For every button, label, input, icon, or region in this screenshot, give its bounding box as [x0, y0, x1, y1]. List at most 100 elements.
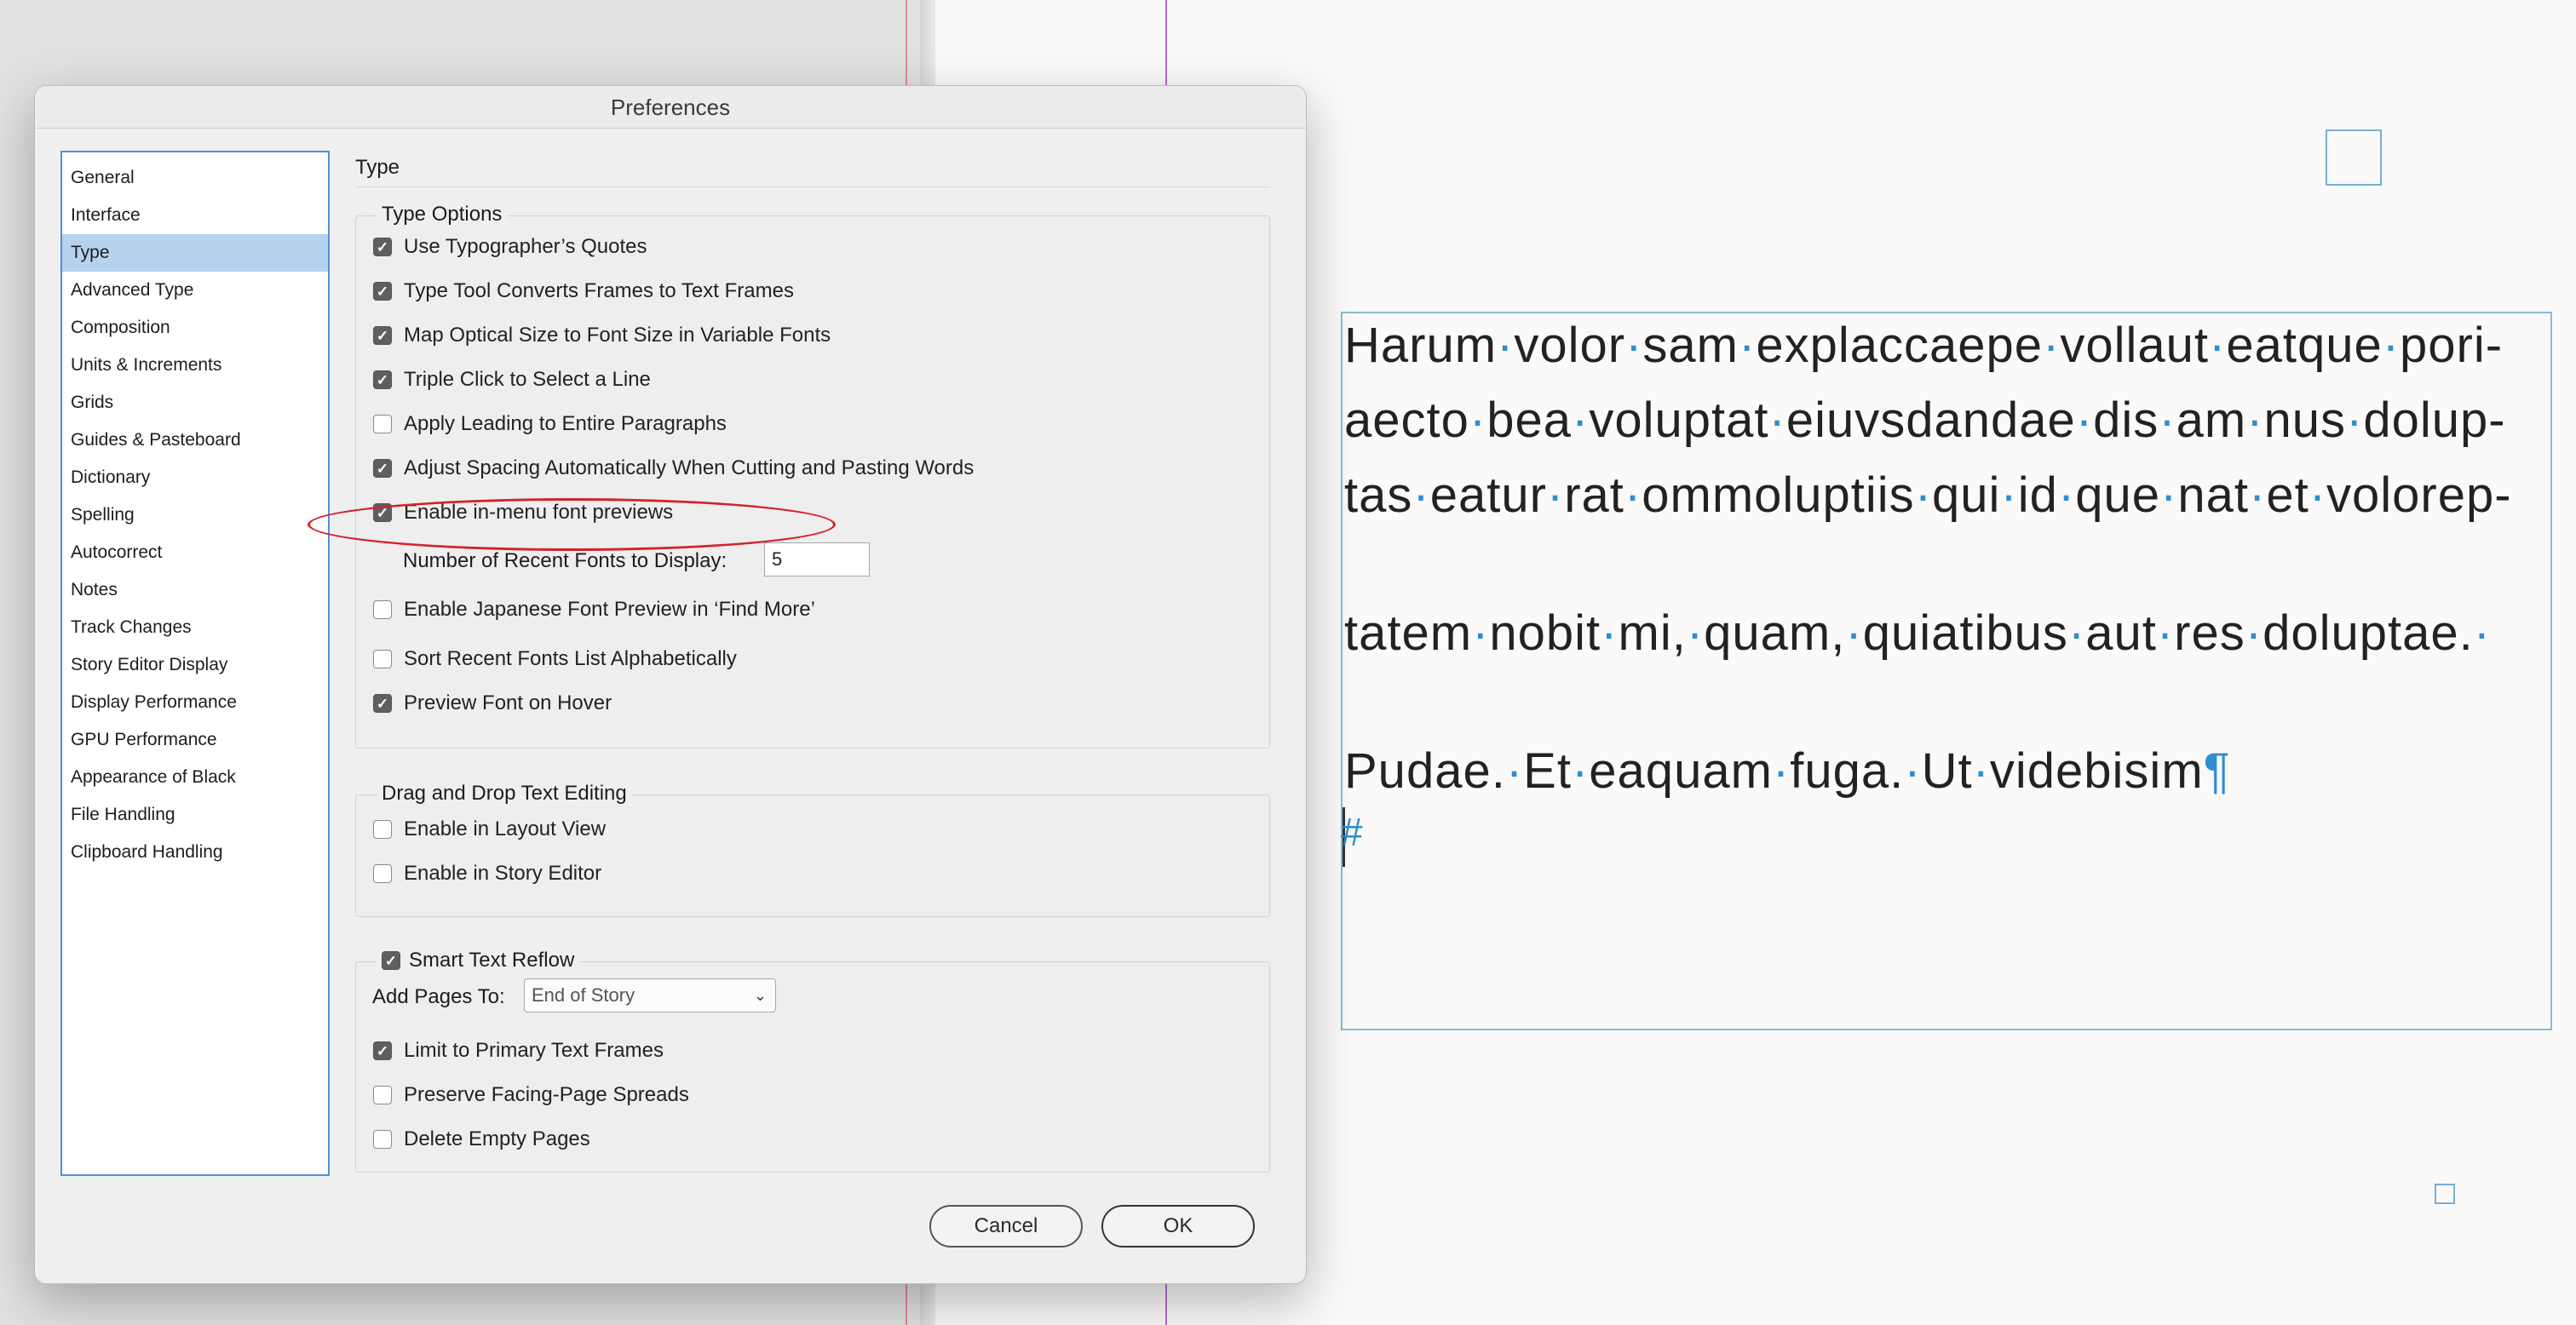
space-mark: ·: [2246, 393, 2264, 448]
option-preserve-spreads[interactable]: Preserve Facing-Page Spreads: [373, 1083, 689, 1107]
option-enable-story-editor[interactable]: Enable in Story Editor: [373, 862, 601, 886]
category-item[interactable]: Guides & Pasteboard: [62, 422, 328, 459]
option-apply-leading[interactable]: Apply Leading to Entire Paragraphs: [373, 412, 727, 436]
recent-fonts-input[interactable]: 5: [764, 542, 870, 576]
option-map-optical-size[interactable]: Map Optical Size to Font Size in Variabl…: [373, 324, 831, 347]
category-item[interactable]: Notes: [62, 571, 328, 609]
checkbox[interactable]: [382, 951, 400, 970]
section-divider: [355, 186, 1270, 187]
category-item-selected[interactable]: Type: [62, 234, 328, 272]
add-pages-select[interactable]: End of Story ⌄: [524, 978, 776, 1012]
option-label: Preserve Facing-Page Spreads: [404, 1083, 689, 1106]
story-line-text: Pudae.·Et·eaquam·fuga.·Ut·videbisim: [1344, 743, 2204, 799]
space-mark: ·: [2346, 393, 2364, 448]
chevron-down-icon: ⌄: [753, 987, 767, 1004]
category-item[interactable]: Units & Increments: [62, 347, 328, 384]
empty-frame[interactable]: [2326, 129, 2382, 186]
option-japanese-preview[interactable]: Enable Japanese Font Preview in ‘Find Mo…: [373, 598, 815, 622]
recent-fonts-label: Number of Recent Fonts to Display:: [403, 549, 727, 572]
category-item[interactable]: File Handling: [62, 796, 328, 834]
space-mark: ·: [1497, 318, 1515, 373]
smart-reflow-toggle[interactable]: Smart Text Reflow: [377, 949, 580, 972]
category-item[interactable]: GPU Performance: [62, 721, 328, 759]
option-limit-primary[interactable]: Limit to Primary Text Frames: [373, 1039, 664, 1063]
checkbox[interactable]: [373, 1130, 392, 1149]
space-mark: ·: [2208, 318, 2227, 373]
space-mark: ·: [1738, 318, 1757, 373]
category-item[interactable]: Spelling: [62, 496, 328, 534]
checkbox[interactable]: [373, 459, 392, 478]
option-type-tool-converts[interactable]: Type Tool Converts Frames to Text Frames: [373, 279, 794, 303]
add-pages-label: Add Pages To:: [372, 985, 505, 1008]
option-label: Enable Japanese Font Preview in ‘Find Mo…: [404, 598, 815, 621]
checkbox[interactable]: [373, 650, 392, 668]
story-line: Harum·volor·sam·explaccaepe·vollaut·eatq…: [1344, 318, 2504, 373]
option-label: Adjust Spacing Automatically When Cuttin…: [404, 456, 975, 479]
dialog-title[interactable]: Preferences: [35, 86, 1306, 129]
group-title: Drag and Drop Text Editing: [377, 782, 632, 806]
category-item[interactable]: Track Changes: [62, 609, 328, 646]
ok-button[interactable]: OK: [1101, 1205, 1255, 1248]
checkbox[interactable]: [373, 1086, 392, 1104]
option-adjust-spacing[interactable]: Adjust Spacing Automatically When Cuttin…: [373, 456, 974, 480]
option-label: Limit to Primary Text Frames: [404, 1039, 664, 1062]
category-item[interactable]: Story Editor Display: [62, 646, 328, 684]
section-heading: Type: [355, 156, 400, 179]
category-item[interactable]: Dictionary: [62, 459, 328, 496]
space-mark: ·: [2248, 467, 2267, 523]
option-triple-click[interactable]: Triple Click to Select a Line: [373, 368, 651, 392]
checkbox[interactable]: [373, 326, 392, 345]
option-label: Sort Recent Fonts List Alphabetically: [404, 647, 737, 670]
option-typographers-quotes[interactable]: Use Typographer’s Quotes: [373, 235, 647, 259]
space-mark: ·: [1505, 743, 1524, 799]
checkbox[interactable]: [373, 864, 392, 883]
space-mark: ·: [2473, 605, 2492, 661]
highlight-ellipse: [308, 498, 836, 551]
space-mark: ·: [1625, 318, 1643, 373]
category-item[interactable]: Display Performance: [62, 684, 328, 721]
checkbox[interactable]: [373, 238, 392, 256]
option-preview-on-hover[interactable]: Preview Font on Hover: [373, 691, 612, 715]
checkbox[interactable]: [373, 370, 392, 389]
space-mark: ·: [1686, 605, 1705, 661]
checkbox[interactable]: [373, 820, 392, 839]
checkbox[interactable]: [373, 282, 392, 301]
checkbox[interactable]: [373, 600, 392, 619]
cancel-button[interactable]: Cancel: [929, 1205, 1083, 1248]
category-item[interactable]: Grids: [62, 384, 328, 422]
category-item[interactable]: Appearance of Black: [62, 759, 328, 796]
category-list[interactable]: General Interface Type Advanced Type Com…: [60, 151, 330, 1176]
category-item[interactable]: Composition: [62, 309, 328, 347]
out-port-frame[interactable]: [2435, 1184, 2455, 1204]
option-label: Enable in Layout View: [404, 817, 607, 840]
group-title: Type Options: [377, 203, 508, 227]
category-item[interactable]: General: [62, 159, 328, 197]
option-label: Preview Font on Hover: [404, 691, 612, 714]
space-mark: ·: [1845, 605, 1863, 661]
space-mark: ·: [2309, 467, 2327, 523]
option-delete-empty-pages[interactable]: Delete Empty Pages: [373, 1127, 590, 1151]
category-item[interactable]: Autocorrect: [62, 534, 328, 571]
category-item[interactable]: Clipboard Handling: [62, 834, 328, 871]
checkbox[interactable]: [373, 1041, 392, 1060]
category-item[interactable]: Interface: [62, 197, 328, 234]
group-title: Smart Text Reflow: [409, 949, 575, 972]
space-mark: ·: [2156, 605, 2175, 661]
space-mark: ·: [1624, 467, 1642, 523]
checkbox[interactable]: [373, 694, 392, 713]
space-mark: ·: [1572, 393, 1590, 448]
space-mark: ·: [2159, 393, 2176, 448]
space-mark: ·: [1546, 467, 1565, 523]
story-text[interactable]: Harum·volor·sam·explaccaepe·vollaut·eatq…: [1344, 308, 2554, 809]
checkbox[interactable]: [373, 415, 392, 433]
space-mark: ·: [1571, 743, 1590, 799]
story-line: aecto·bea·voluptat·eiuvsdandae·dis·am·nu…: [1344, 393, 2506, 448]
option-sort-recent-fonts[interactable]: Sort Recent Fonts List Alphabetically: [373, 647, 737, 671]
option-enable-layout-view[interactable]: Enable in Layout View: [373, 817, 606, 841]
space-mark: ·: [2057, 467, 2076, 523]
space-mark: ·: [1469, 393, 1487, 448]
space-mark: ·: [1472, 605, 1490, 661]
space-mark: ·: [2382, 318, 2401, 373]
space-mark: ·: [2067, 605, 2086, 661]
category-item[interactable]: Advanced Type: [62, 272, 328, 309]
